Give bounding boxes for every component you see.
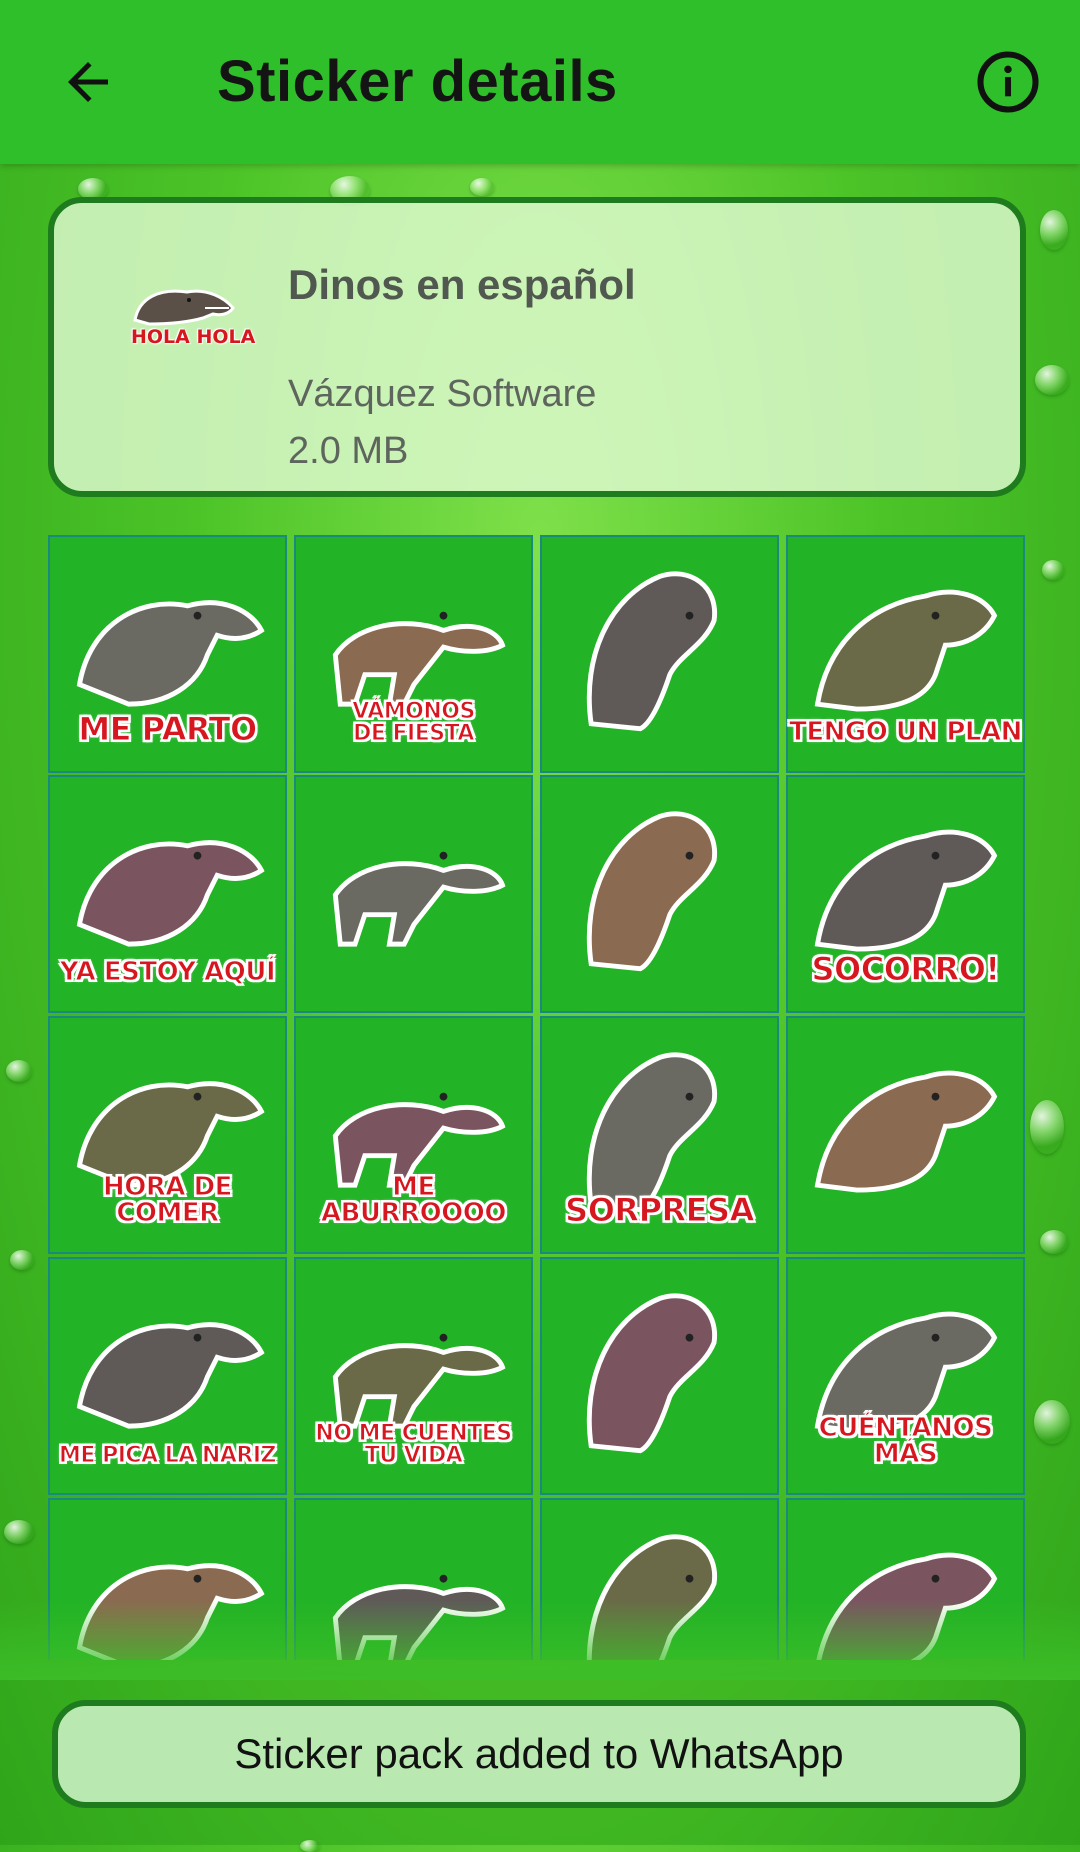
dinosaur-sticker-image [814, 1070, 998, 1193]
pack-name: Dinos en español [288, 261, 636, 308]
sticker-caption: SOCORRO! [811, 950, 1001, 988]
added-to-whatsapp-button[interactable]: Sticker pack added to WhatsApp [52, 1700, 1026, 1808]
sticker-caption: ME PICA LA NARIZ [59, 1443, 277, 1468]
sticker-tile[interactable] [540, 535, 779, 773]
app-bar: Sticker details [0, 0, 1080, 164]
sticker-caption: YA ESTOY AQUÍ [59, 957, 276, 987]
sticker-tile[interactable]: ME ABURROOOO [294, 1016, 533, 1254]
pack-publisher: Vázquez Software [288, 373, 597, 415]
arrow-left-icon [68, 62, 108, 102]
sticker-tile[interactable]: YA ESTOY AQUÍ [48, 775, 287, 1013]
sticker-caption: VÁMONOS DE FIESTA [352, 699, 476, 746]
sticker-tile[interactable]: SOCORRO! [786, 775, 1025, 1013]
tray-icon: HOLA HOLA [129, 278, 255, 360]
pack-size: 2.0 MB [288, 430, 409, 472]
sticker-tile[interactable]: ME PARTO [48, 535, 287, 773]
dinosaur-sticker-image [586, 1293, 718, 1454]
info-button[interactable] [968, 42, 1048, 122]
sticker-caption: SORPRESA [565, 1191, 755, 1229]
info-circle-icon [977, 51, 1039, 113]
sticker-tile[interactable]: VÁMONOS DE FIESTA [294, 535, 533, 773]
back-button[interactable] [48, 42, 128, 122]
sticker-tile[interactable]: HORA DE COMER [48, 1016, 287, 1254]
tray-caption: HOLA HOLA [131, 326, 256, 348]
sticker-caption: CUÉNTANOS MÁS [818, 1413, 993, 1469]
sticker-caption: ME ABURROOOO [320, 1172, 507, 1228]
sticker-caption: NO ME CUENTES TU VIDA [315, 1421, 513, 1468]
sticker-grid: ME PARTO VÁMONOS DE FIESTA TENGO UN PLAN YA… [48, 535, 1026, 1660]
dinosaur-sticker-image [586, 571, 718, 732]
sticker-tile[interactable] [540, 775, 779, 1013]
sticker-tile[interactable]: NO ME CUENTES TU VIDA [294, 1257, 533, 1495]
sticker-tile[interactable] [540, 1257, 779, 1495]
sticker-tile[interactable]: CUÉNTANOS MÁS [786, 1257, 1025, 1495]
dinosaur-sticker-image [586, 811, 718, 972]
sticker-caption: ME PARTO [78, 710, 258, 748]
sticker-tile[interactable] [786, 1016, 1025, 1254]
sticker-tile[interactable] [294, 775, 533, 1013]
sticker-tile[interactable]: ME PICA LA NARIZ [48, 1257, 287, 1495]
sticker-tile[interactable]: SORPRESA [540, 1016, 779, 1254]
sticker-tile[interactable]: TENGO UN PLAN [786, 535, 1025, 773]
sticker-caption: HORA DE COMER [103, 1172, 233, 1228]
sticker-caption: TENGO UN PLAN [789, 717, 1023, 747]
sticker-pack-card: HOLA HOLA Dinos en español Vázquez Softw… [48, 197, 1026, 497]
grid-fade-overlay [0, 1600, 1080, 1680]
dinosaur-sticker-image [332, 851, 506, 947]
page-title: Sticker details [217, 49, 618, 114]
